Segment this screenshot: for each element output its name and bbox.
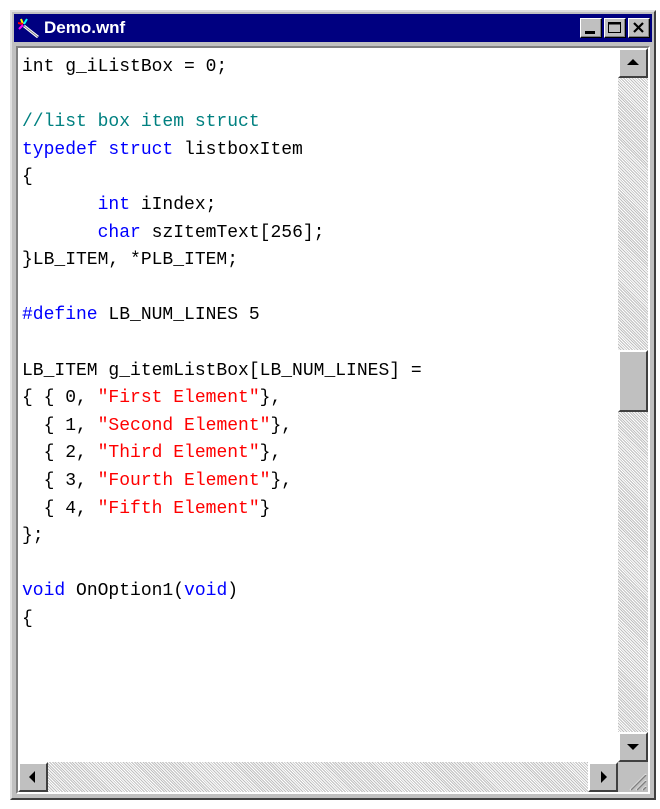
code-token-text: listboxItem xyxy=(173,139,303,160)
code-line[interactable]: void OnOption1(void) xyxy=(22,578,422,606)
code-token-text: } xyxy=(259,498,271,519)
code-line[interactable]: { 4, "Fifth Element"} xyxy=(22,496,422,524)
code-token-keyword: void xyxy=(22,581,66,602)
code-token-text: iIndex; xyxy=(130,194,217,215)
scroll-down-button[interactable] xyxy=(618,732,648,762)
close-icon xyxy=(633,22,644,33)
code-line[interactable]: LB_ITEM g_itemListBox[LB_NUM_LINES] = xyxy=(22,358,422,386)
code-token-text: }, xyxy=(270,470,293,491)
editor-client-area: int g_iListBox = 0; //list box item stru… xyxy=(16,46,650,794)
code-line[interactable]: char szItemText[256]; xyxy=(22,220,422,248)
code-token-text: szItemText[256]; xyxy=(140,222,325,243)
vertical-scroll-thumb[interactable] xyxy=(618,350,648,413)
code-token-string: "Third Element" xyxy=(97,443,260,464)
arrow-right-icon xyxy=(601,771,607,783)
code-token-string: "Fourth Element" xyxy=(97,470,271,491)
code-token-keyword: #define xyxy=(22,305,98,326)
code-line[interactable] xyxy=(22,330,422,358)
code-token-keyword: typedef struct xyxy=(22,139,174,160)
arrow-up-icon xyxy=(627,59,639,65)
code-token-text: { xyxy=(22,167,33,188)
code-line[interactable]: #define LB_NUM_LINES 5 xyxy=(22,302,422,330)
resize-grip-icon xyxy=(629,773,647,791)
code-token-string: "Second Element" xyxy=(97,415,271,436)
window-title: Demo.wnf xyxy=(44,18,126,37)
code-editor-window: Demo.wnf int g_iListBox = 0; //list box … xyxy=(10,10,656,800)
code-line[interactable]: }; xyxy=(22,523,422,551)
maximize-button[interactable] xyxy=(604,18,626,38)
vertical-scrollbar[interactable] xyxy=(618,48,648,762)
maximize-icon xyxy=(608,22,621,33)
code-token-text: }, xyxy=(259,443,282,464)
code-line[interactable]: { 2, "Third Element"}, xyxy=(22,440,422,468)
scroll-right-button[interactable] xyxy=(588,762,618,792)
code-line[interactable]: //list box item struct xyxy=(22,109,422,137)
code-token-text: }LB_ITEM, *PLB_ITEM; xyxy=(22,250,239,271)
code-line[interactable] xyxy=(22,82,422,110)
code-token-string: "Fifth Element" xyxy=(97,498,260,519)
title-bar[interactable]: Demo.wnf xyxy=(14,14,652,42)
arrow-down-icon xyxy=(627,744,639,750)
code-line[interactable]: int iIndex; xyxy=(22,192,422,220)
minimize-button[interactable] xyxy=(580,18,602,38)
code-line[interactable]: { 3, "Fourth Element"}, xyxy=(22,468,422,496)
magic-wand-icon[interactable] xyxy=(17,18,40,39)
code-text-area[interactable]: int g_iListBox = 0; //list box item stru… xyxy=(18,48,618,762)
code-line[interactable]: }LB_ITEM, *PLB_ITEM; xyxy=(22,247,422,275)
code-token-text: }, xyxy=(259,388,282,409)
code-token-comment: //list box item struct xyxy=(22,112,260,133)
code-line[interactable]: { { 0, "First Element"}, xyxy=(22,385,422,413)
code-line[interactable]: { 1, "Second Element"}, xyxy=(22,413,422,441)
code-token-string: "First Element" xyxy=(97,388,260,409)
code-token-text: LB_NUM_LINES 5 xyxy=(97,305,260,326)
code-token-text: OnOption1( xyxy=(65,581,185,602)
code-token-text: { 4, xyxy=(22,498,98,519)
code-line[interactable]: int g_iListBox = 0; xyxy=(22,54,422,82)
code-token-text: ) xyxy=(227,581,239,602)
code-token-text: { 3, xyxy=(22,470,98,491)
code-line[interactable]: { xyxy=(22,164,422,192)
code-token-keyword: char xyxy=(97,222,141,243)
close-button[interactable] xyxy=(628,18,650,38)
arrow-left-icon xyxy=(29,771,35,783)
code-token-text: }, xyxy=(270,415,293,436)
code-token-text: { 1, xyxy=(22,415,98,436)
code-token-text: { xyxy=(22,608,33,629)
minimize-icon xyxy=(585,31,595,34)
code-line[interactable] xyxy=(22,275,422,303)
code-line[interactable] xyxy=(22,551,422,579)
code-listing[interactable]: int g_iListBox = 0; //list box item stru… xyxy=(22,54,422,633)
code-token-text: LB_ITEM g_itemListBox[LB_NUM_LINES] = xyxy=(22,360,422,381)
scroll-left-button[interactable] xyxy=(18,762,48,792)
code-token-keyword: void xyxy=(184,581,228,602)
horizontal-scrollbar[interactable] xyxy=(18,762,618,792)
scroll-up-button[interactable] xyxy=(618,48,648,78)
code-token-text: { { 0, xyxy=(22,388,98,409)
size-grip[interactable] xyxy=(618,762,648,792)
code-line[interactable]: typedef struct listboxItem xyxy=(22,137,422,165)
code-line[interactable]: { xyxy=(22,606,422,634)
code-token-text: int g_iListBox = 0; xyxy=(22,57,228,77)
code-token-text: }; xyxy=(22,526,44,547)
code-token-text: { 2, xyxy=(22,443,98,464)
code-token-keyword: int xyxy=(97,194,131,215)
